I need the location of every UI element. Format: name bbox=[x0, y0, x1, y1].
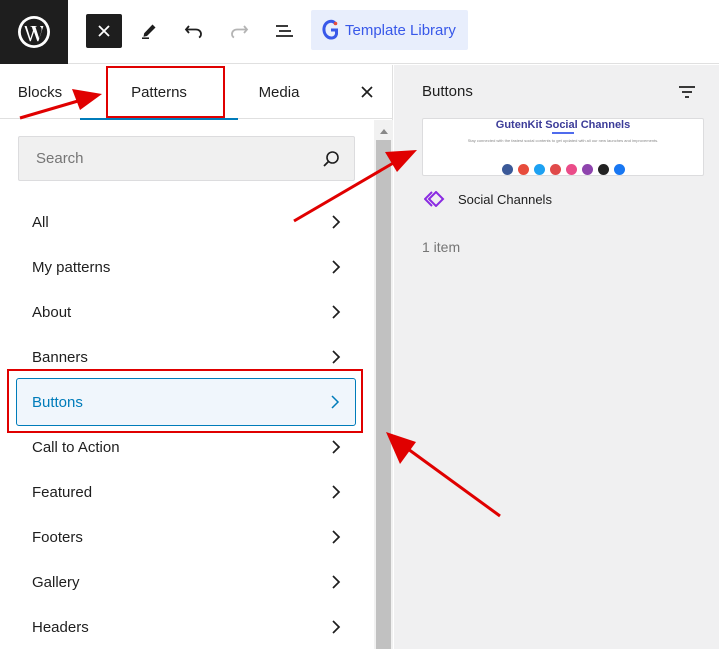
tab-media[interactable]: Media bbox=[238, 65, 320, 119]
dribbble-icon bbox=[565, 164, 577, 175]
close-icon bbox=[361, 86, 373, 98]
scrollbar[interactable] bbox=[374, 120, 393, 649]
editor-toolbar: Template Library bbox=[0, 0, 719, 64]
category-call-to-action[interactable]: Call to Action bbox=[16, 427, 356, 467]
wordpress-icon bbox=[18, 16, 50, 48]
facebook-icon bbox=[501, 164, 513, 175]
scroll-up-arrow-icon[interactable] bbox=[374, 126, 393, 136]
pattern-name: Social Channels bbox=[458, 191, 552, 207]
list-view-icon bbox=[276, 25, 293, 37]
gutenkit-logo-icon bbox=[322, 19, 338, 40]
chevron-right-icon bbox=[329, 620, 343, 634]
redo-icon bbox=[231, 25, 249, 39]
chevron-right-icon bbox=[329, 440, 343, 454]
template-library-button[interactable]: Template Library bbox=[311, 10, 468, 50]
chevron-right-icon bbox=[329, 485, 343, 499]
search-input[interactable] bbox=[36, 150, 322, 167]
chevron-right-icon bbox=[329, 260, 343, 274]
thumbnail-subtitle: Stay connected with the fastest social c… bbox=[467, 138, 659, 143]
close-icon bbox=[98, 25, 110, 37]
preview-category-title: Buttons bbox=[422, 83, 473, 100]
pattern-thumbnail[interactable]: GutenKit Social Channels Stay connected … bbox=[422, 118, 704, 176]
filter-icon[interactable] bbox=[677, 82, 697, 102]
social-icons-row bbox=[423, 164, 703, 175]
search-box bbox=[18, 136, 355, 181]
category-featured[interactable]: Featured bbox=[16, 472, 356, 512]
google-icon bbox=[517, 164, 529, 175]
tools-button[interactable] bbox=[131, 14, 167, 48]
highlight-buttons-category bbox=[7, 369, 363, 433]
category-my-patterns[interactable]: My patterns bbox=[16, 247, 356, 287]
category-headers[interactable]: Headers bbox=[16, 607, 356, 647]
undo-button[interactable] bbox=[176, 14, 212, 48]
document-overview-button[interactable] bbox=[266, 14, 302, 48]
linkedin-icon bbox=[549, 164, 561, 175]
twitter-icon bbox=[533, 164, 545, 175]
category-about[interactable]: About bbox=[16, 292, 356, 332]
thumbnail-underline bbox=[552, 132, 574, 134]
wordpress-logo-button[interactable] bbox=[0, 0, 68, 64]
highlight-patterns-tab bbox=[106, 66, 225, 118]
block-inserter-panel: Blocks Patterns Media All My patterns bbox=[0, 65, 393, 649]
youtube-icon bbox=[597, 164, 609, 175]
instagram-icon bbox=[581, 164, 593, 175]
chevron-right-icon bbox=[329, 215, 343, 229]
pencil-icon bbox=[142, 24, 156, 39]
redo-button[interactable] bbox=[221, 14, 257, 48]
close-inserter-button[interactable] bbox=[86, 14, 122, 48]
gutenkit-diamond-icon bbox=[424, 191, 445, 207]
messenger-icon bbox=[613, 164, 625, 175]
category-footers[interactable]: Footers bbox=[16, 517, 356, 557]
chevron-right-icon bbox=[329, 530, 343, 544]
pattern-preview-panel: Buttons GutenKit Social Channels Stay co… bbox=[394, 65, 719, 649]
chevron-right-icon bbox=[329, 305, 343, 319]
close-panel-button[interactable] bbox=[354, 79, 380, 105]
chevron-right-icon bbox=[329, 350, 343, 364]
category-all[interactable]: All bbox=[16, 202, 356, 242]
category-gallery[interactable]: Gallery bbox=[16, 562, 356, 602]
scrollbar-thumb[interactable] bbox=[376, 140, 391, 649]
thumbnail-title: GutenKit Social Channels bbox=[495, 119, 631, 131]
undo-icon bbox=[184, 25, 202, 39]
template-library-label: Template Library bbox=[345, 21, 456, 39]
search-icon[interactable] bbox=[322, 150, 340, 168]
pattern-title-row[interactable]: Social Channels bbox=[424, 191, 552, 207]
tab-blocks[interactable]: Blocks bbox=[0, 65, 80, 119]
pattern-count: 1 item bbox=[422, 239, 461, 255]
chevron-right-icon bbox=[329, 575, 343, 589]
